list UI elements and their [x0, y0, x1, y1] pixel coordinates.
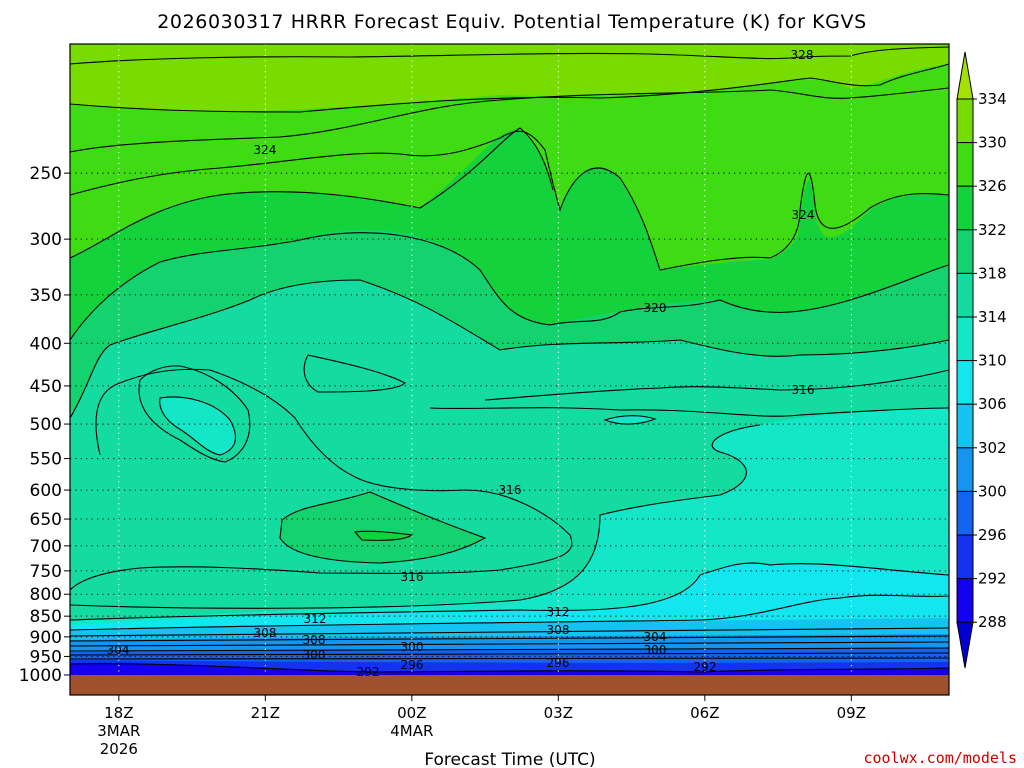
colorbar: 334 330 326 322 318 314 310 306 302 300 296 292 288 [956, 51, 1007, 669]
colorbar-swatch [956, 578, 974, 623]
x-tick-label: 09Z [837, 704, 866, 722]
x-tick-sublabel: 3MAR [97, 722, 140, 740]
chart-title: 2026030317 HRRR Forecast Equiv. Potentia… [157, 11, 867, 33]
colorbar-label: 288 [978, 613, 1007, 631]
contour-label: 308 [547, 623, 570, 637]
colorbar-swatch [956, 490, 974, 536]
x-tick-label: 18Z [104, 704, 133, 722]
colorbar-swatch [956, 360, 974, 405]
colorbar-swatch [956, 403, 974, 449]
y-tick-label: 750 [30, 562, 62, 582]
colorbar-swatch [956, 447, 974, 492]
contour-label: 316 [401, 570, 424, 584]
contour-label: 292 [357, 665, 380, 679]
contour-label: 308 [254, 626, 277, 640]
x-tick-label: 06Z [690, 704, 719, 722]
x-tick-label: 03Z [544, 704, 573, 722]
contour-label: 316 [792, 383, 815, 397]
colorbar-label: 310 [978, 352, 1007, 370]
contour-label: 308 [303, 633, 326, 647]
y-tick-label: 450 [30, 377, 62, 397]
x-axis: 18Z3MAR2026 21Z 00Z4MAR 03Z 06Z 09Z [97, 695, 866, 758]
colorbar-swatch [956, 229, 974, 274]
y-tick-label: 250 [30, 164, 62, 184]
credit-watermark: coolwx.com/models [863, 749, 1017, 767]
contour-label: 312 [547, 605, 570, 619]
contour-label: 312 [304, 612, 327, 626]
colorbar-label: 296 [978, 526, 1007, 544]
contour-label: 316 [499, 483, 522, 497]
colorbar-label: 318 [978, 264, 1007, 282]
colorbar-swatch [956, 98, 974, 144]
y-tick-label: 600 [30, 481, 62, 501]
y-tick-label: 850 [30, 607, 62, 627]
contour-label: 300 [401, 640, 424, 654]
y-tick-label: 500 [30, 415, 62, 435]
colorbar-bottom-arrow [956, 621, 974, 669]
contour-label: 324 [254, 143, 277, 157]
colorbar-swatch [956, 185, 974, 231]
x-axis-title: Forecast Time (UTC) [424, 750, 595, 768]
y-tick-label: 400 [30, 334, 62, 354]
contour-label: 304 [644, 630, 667, 644]
x-tick-sublabel: 4MAR [390, 722, 433, 740]
colorbar-top-arrow [956, 51, 974, 100]
contour-label: 304 [107, 643, 130, 657]
colorbar-label: 326 [978, 177, 1007, 195]
plot-area [69, 43, 950, 696]
y-tick-label: 350 [30, 286, 62, 306]
y-tick-label: 700 [30, 537, 62, 557]
colorbar-label: 292 [978, 570, 1007, 588]
y-tick-label: 550 [30, 450, 62, 470]
contour-label: 320 [644, 301, 667, 315]
contour-label: 300 [644, 643, 667, 657]
colorbar-swatch [956, 272, 974, 318]
contour-label: 300 [303, 648, 326, 662]
x-tick-label: 00Z [397, 704, 426, 722]
y-tick-label: 950 [30, 647, 62, 667]
x-tick-label: 21Z [251, 704, 280, 722]
y-tick-label: 900 [30, 628, 62, 648]
colorbar-label: 300 [978, 482, 1007, 500]
colorbar-label: 330 [978, 134, 1007, 152]
colorbar-swatch [956, 534, 974, 580]
colorbar-swatch [956, 142, 974, 187]
colorbar-label: 314 [978, 308, 1007, 326]
y-tick-label: 650 [30, 510, 62, 530]
chart: 2026030317 HRRR Forecast Equiv. Potentia… [19, 11, 1017, 768]
contour-label: 296 [401, 658, 424, 672]
y-tick-label: 300 [30, 230, 62, 250]
contour-label: 296 [547, 656, 570, 670]
contour-label: 328 [791, 48, 814, 62]
y-tick-label: 800 [30, 585, 62, 605]
ground-bar [70, 675, 949, 695]
colorbar-swatch [956, 316, 974, 362]
x-tick-sublabel: 2026 [100, 740, 138, 758]
y-axis: 2503003504004505005506006507007508008509… [19, 164, 70, 686]
colorbar-label: 334 [978, 90, 1007, 108]
contour-label: 292 [694, 660, 717, 674]
colorbar-label: 306 [978, 395, 1007, 413]
colorbar-label: 302 [978, 439, 1007, 457]
y-tick-label: 1000 [19, 666, 62, 686]
colorbar-label: 322 [978, 221, 1007, 239]
contour-label: 324 [792, 208, 815, 222]
